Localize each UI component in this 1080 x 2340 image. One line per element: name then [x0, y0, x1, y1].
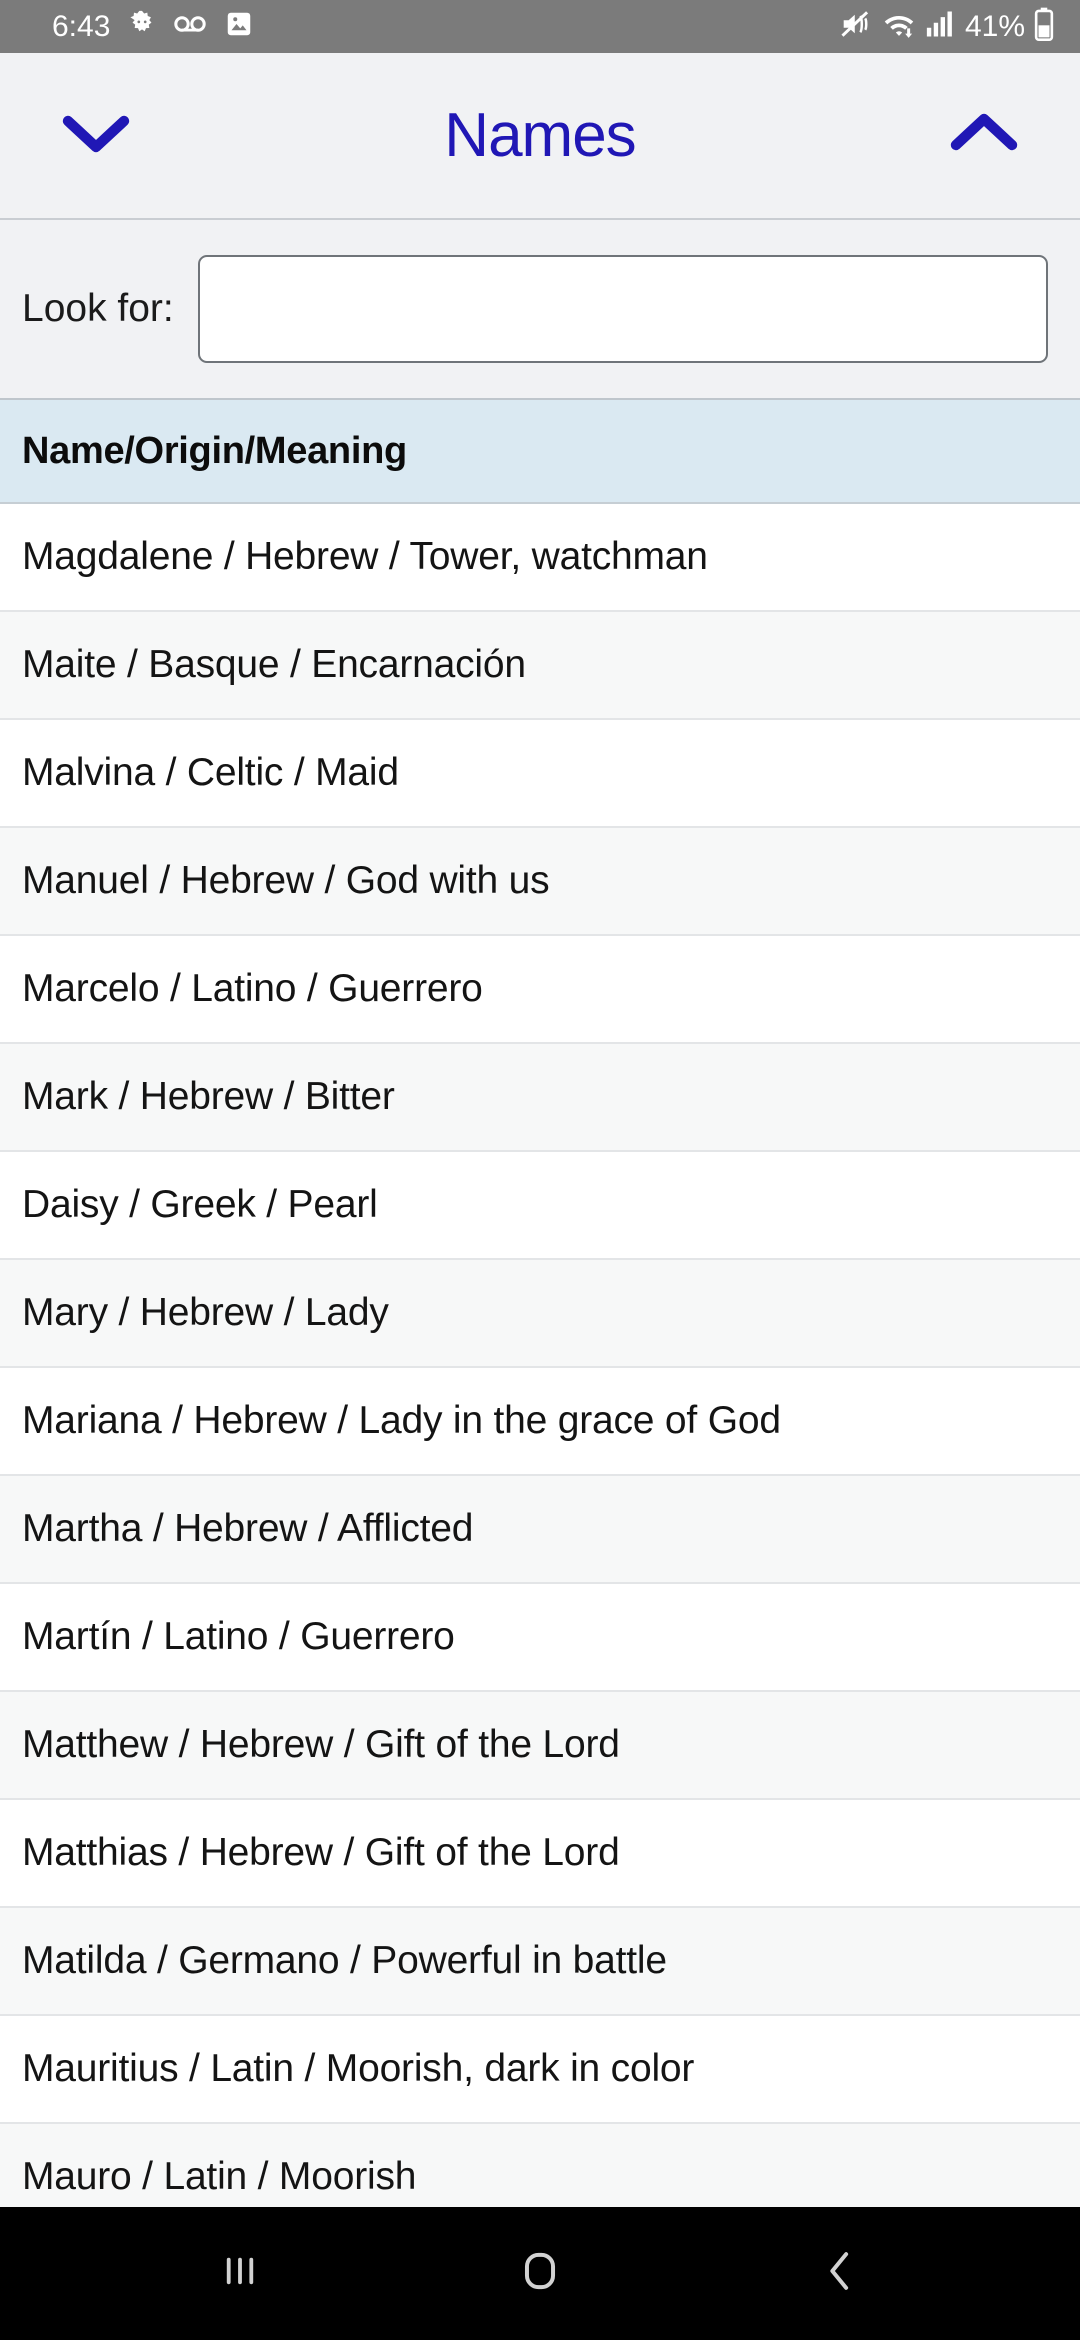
table-row-label: Marcelo / Latino / Guerrero	[22, 967, 483, 1010]
status-bar-right: 41%	[840, 7, 1054, 46]
chevron-down-icon	[60, 109, 132, 162]
table-row-label: Daisy / Greek / Pearl	[22, 1183, 378, 1226]
wifi-icon	[881, 9, 917, 44]
table-row[interactable]: Mauritius / Latin / Moorish, dark in col…	[0, 2016, 1080, 2124]
recents-icon	[218, 2249, 262, 2298]
table-row-label: Matilda / Germano / Powerful in battle	[22, 1939, 667, 1982]
chevron-up-icon	[948, 109, 1020, 162]
table-row-label: Matthew / Hebrew / Gift of the Lord	[22, 1723, 620, 1766]
app-root: 6:43 41% Names Look for: Name/Origin/Mea…	[0, 0, 1080, 2340]
scroll-down-button[interactable]	[48, 88, 144, 184]
battery-percent-label: 41%	[964, 9, 1025, 43]
table-row[interactable]: Maite / Basque / Encarnación	[0, 612, 1080, 720]
table-row[interactable]: Mark / Hebrew / Bitter	[0, 1044, 1080, 1152]
home-button[interactable]	[475, 2219, 605, 2329]
home-icon	[517, 2248, 563, 2299]
system-navigation-bar	[0, 2207, 1080, 2340]
search-label: Look for:	[22, 287, 174, 330]
table-row[interactable]: Mary / Hebrew / Lady	[0, 1260, 1080, 1368]
mute-vibrate-icon	[840, 9, 872, 44]
voicemail-icon	[174, 13, 208, 40]
recents-button[interactable]	[175, 2219, 305, 2329]
names-table: Name/Origin/Meaning Magdalene / Hebrew /…	[0, 400, 1080, 2207]
table-row-label: Mauro / Latin / Moorish	[22, 2155, 417, 2198]
cellular-signal-icon	[926, 9, 954, 44]
search-input[interactable]	[197, 255, 1048, 363]
table-row[interactable]: Matthew / Hebrew / Gift of the Lord	[0, 1692, 1080, 1800]
table-row-label: Mariana / Hebrew / Lady in the grace of …	[22, 1399, 781, 1442]
search-row: Look for:	[0, 220, 1080, 400]
back-button[interactable]	[775, 2219, 905, 2329]
table-row[interactable]: Mauro / Latin / Moorish	[0, 2124, 1080, 2207]
table-row[interactable]: Martín / Latino / Guerrero	[0, 1584, 1080, 1692]
table-row[interactable]: Martha / Hebrew / Afflicted	[0, 1476, 1080, 1584]
table-row[interactable]: Mariana / Hebrew / Lady in the grace of …	[0, 1368, 1080, 1476]
table-header-label: Name/Origin/Meaning	[22, 429, 407, 472]
status-time: 6:43	[52, 9, 111, 43]
table-row[interactable]: Manuel / Hebrew / God with us	[0, 828, 1080, 936]
table-row-label: Martín / Latino / Guerrero	[22, 1615, 455, 1658]
table-row-label: Mauritius / Latin / Moorish, dark in col…	[22, 2047, 695, 2090]
image-icon	[224, 9, 254, 44]
table-column-header: Name/Origin/Meaning	[0, 400, 1080, 504]
table-row[interactable]: Marcelo / Latino / Guerrero	[0, 936, 1080, 1044]
table-row-label: Manuel / Hebrew / God with us	[22, 859, 550, 902]
status-bar: 6:43 41%	[0, 0, 1080, 53]
table-row-label: Mark / Hebrew / Bitter	[22, 1075, 395, 1118]
table-row[interactable]: Daisy / Greek / Pearl	[0, 1152, 1080, 1260]
back-icon	[818, 2248, 862, 2299]
table-row[interactable]: Malvina / Celtic / Maid	[0, 720, 1080, 828]
table-row-label: Mary / Hebrew / Lady	[22, 1291, 389, 1334]
app-header: Names	[0, 53, 1080, 220]
table-row[interactable]: Magdalene / Hebrew / Tower, watchman	[0, 504, 1080, 612]
battery-icon	[1034, 7, 1054, 46]
table-row[interactable]: Matilda / Germano / Powerful in battle	[0, 1908, 1080, 2016]
table-row-label: Maite / Basque / Encarnación	[22, 643, 526, 686]
table-rows: Magdalene / Hebrew / Tower, watchman Mait…	[0, 504, 1080, 2207]
table-row-label: Malvina / Celtic / Maid	[22, 751, 399, 794]
status-bar-left: 6:43	[52, 8, 254, 45]
table-row-label: Magdalene / Hebrew / Tower, watchman	[22, 535, 708, 578]
scroll-up-button[interactable]	[936, 88, 1032, 184]
table-row-label: Matthias / Hebrew / Gift of the Lord	[22, 1831, 620, 1874]
table-row-label: Martha / Hebrew / Afflicted	[22, 1507, 474, 1550]
android-gear-icon	[126, 8, 158, 45]
page-title: Names	[444, 101, 636, 170]
table-row[interactable]: Matthias / Hebrew / Gift of the Lord	[0, 1800, 1080, 1908]
